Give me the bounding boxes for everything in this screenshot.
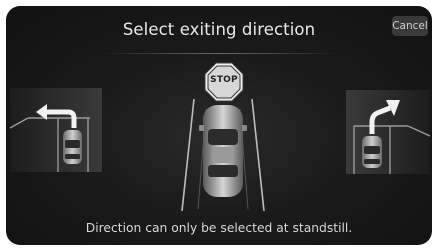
page-title: Select exiting direction <box>122 20 316 39</box>
stop-sign-label: STOP <box>210 75 238 85</box>
exit-left-illustration <box>9 88 102 172</box>
cancel-button[interactable]: Cancel <box>392 16 428 36</box>
exit-right-illustration <box>346 90 431 174</box>
stop-sign-icon: STOP <box>204 62 244 102</box>
exit-left-option[interactable] <box>6 88 104 172</box>
standstill-hint: Direction can only be selected at stands… <box>85 221 353 235</box>
title-divider <box>102 53 338 54</box>
exit-right-option[interactable] <box>346 90 432 174</box>
parking-exit-screen: Select exiting direction Cancel STOP Dir… <box>6 6 432 245</box>
parked-car-illustration <box>166 98 280 212</box>
